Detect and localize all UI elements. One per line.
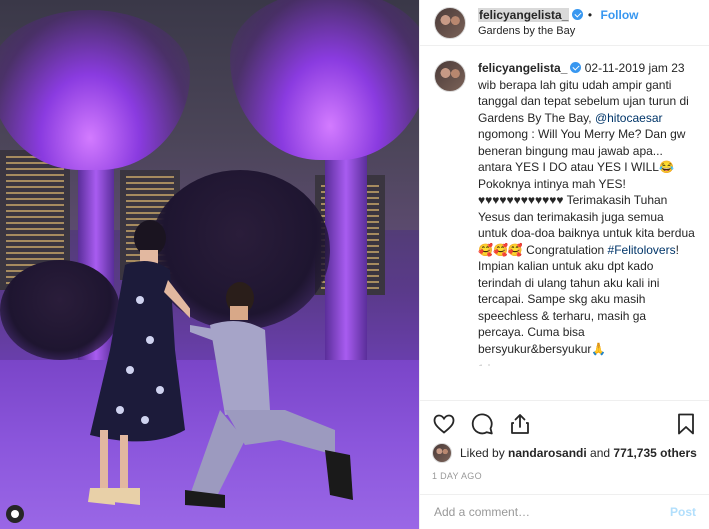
post-header: felicyangelista_ • Follow Gardens by the… [420,0,709,46]
action-icons [432,407,698,441]
header-username[interactable]: felicyangelista_ [478,7,570,22]
separator-dot: • [587,7,593,22]
action-bar: Liked by nandarosandi and 771,735 others… [420,400,709,481]
caption-part-2: ngomong : Will You Merry Me? Dan gw bene… [478,127,695,257]
likes-count[interactable]: 771,735 others [613,446,696,460]
post-photo[interactable] [0,0,419,529]
header-info: felicyangelista_ • Follow Gardens by the… [478,7,639,39]
share-icon[interactable] [508,412,532,436]
avatar[interactable] [434,6,466,39]
photo-woman [88,220,190,505]
likes-row: Liked by nandarosandi and 771,735 others [432,443,698,463]
avatar[interactable] [434,60,466,92]
caption-age: 1d [478,363,695,366]
heart-icon[interactable] [432,412,456,436]
verified-icon [570,62,582,73]
add-comment-bar: Post [420,494,709,529]
verified-icon [572,8,584,20]
bookmark-icon[interactable] [674,412,698,436]
comment-input[interactable] [434,505,670,519]
caption-part-3: ! Impian kalian untuk aku dpt kado terin… [478,242,679,356]
user-tag-icon[interactable] [6,505,24,523]
post-button[interactable]: Post [670,505,696,519]
caption-row: felicyangelista_ 02-11-2019 jam 23 wib b… [434,60,695,357]
liked-by-user[interactable]: nandarosandi [508,446,587,460]
post-side-panel: felicyangelista_ • Follow Gardens by the… [419,0,709,529]
follow-button[interactable]: Follow [601,8,639,22]
likes-text: Liked by nandarosandi and 771,735 others [460,446,697,460]
caption-username[interactable]: felicyangelista_ [478,61,567,75]
liked-by-and: and [586,446,614,460]
location-link[interactable]: Gardens by the Bay [478,23,639,39]
mention-link[interactable]: @hitocaesar [595,111,663,125]
caption-text: felicyangelista_ 02-11-2019 jam 23 wib b… [478,60,695,357]
post-timestamp[interactable]: 1 day ago [432,471,698,481]
comment-icon[interactable] [470,412,494,436]
caption-area: felicyangelista_ 02-11-2019 jam 23 wib b… [420,46,709,366]
avatar[interactable] [432,443,452,463]
photo-man-kneeling [185,282,353,508]
liked-by-prefix: Liked by [460,446,509,460]
hashtag-link[interactable]: #Felitolovers [608,243,676,257]
